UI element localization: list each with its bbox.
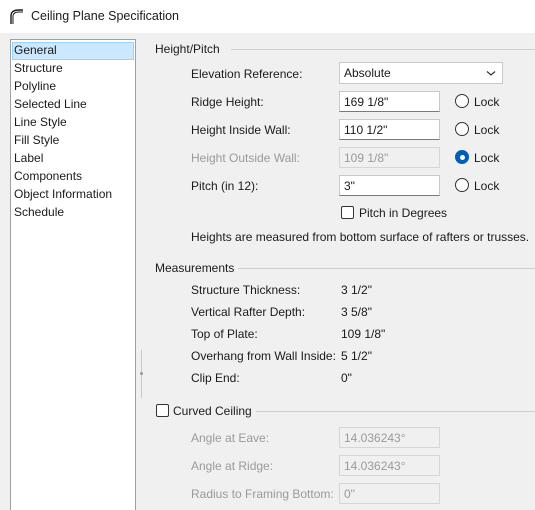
height-inside-wall-label: Height Inside Wall: — [191, 123, 291, 137]
height-inside-wall-lock-label: Lock — [474, 123, 500, 137]
ridge-height-lock-label: Lock — [474, 95, 500, 109]
curved-ceiling-checkbox[interactable] — [156, 404, 169, 417]
sidebar-item-line-style[interactable]: Line Style — [12, 114, 134, 132]
pitch-in-degrees-label: Pitch in Degrees — [359, 206, 448, 220]
angle-at-ridge-input — [339, 455, 440, 476]
pitch-lock-label: Lock — [474, 179, 500, 193]
angle-at-eave-label: Angle at Eave: — [191, 431, 270, 445]
pitch-in-degrees-checkbox[interactable] — [341, 206, 354, 219]
vertical-rafter-depth-value: 3 5/8" — [341, 305, 372, 319]
pitch-lock-radio[interactable] — [455, 178, 469, 192]
panel-splitter[interactable] — [140, 350, 143, 398]
sidebar-item-schedule[interactable]: Schedule — [12, 204, 134, 222]
sidebar-item-fill-style[interactable]: Fill Style — [12, 132, 134, 150]
radius-to-framing-bottom-input — [339, 483, 440, 504]
top-of-plate-label: Top of Plate: — [191, 327, 258, 341]
category-list[interactable]: General Structure Polyline Selected Line… — [10, 39, 136, 510]
elevation-reference-select[interactable]: Absolute — [339, 62, 503, 84]
height-pitch-header: Height/Pitch — [155, 42, 220, 56]
height-outside-wall-lock-label: Lock — [474, 151, 500, 165]
measurements-header: Measurements — [155, 261, 235, 275]
chevron-down-icon — [486, 71, 496, 76]
group-divider — [238, 268, 535, 269]
height-inside-wall-lock-radio[interactable] — [455, 122, 469, 136]
sidebar-item-general[interactable]: General — [12, 42, 134, 60]
clip-end-value: 0" — [341, 371, 352, 385]
elevation-reference-value: Absolute — [344, 66, 391, 80]
sidebar-item-label[interactable]: Label — [12, 150, 134, 168]
structure-thickness-value: 3 1/2" — [341, 283, 372, 297]
ceiling-arch-icon — [10, 9, 23, 24]
pitch-input[interactable] — [339, 175, 440, 196]
window-title: Ceiling Plane Specification — [31, 9, 180, 23]
angle-at-eave-input — [339, 427, 440, 448]
clip-end-label: Clip End: — [191, 371, 240, 385]
elevation-reference-label: Elevation Reference: — [191, 67, 303, 81]
height-inside-wall-input[interactable] — [339, 119, 440, 140]
pitch-label: Pitch (in 12): — [191, 179, 259, 193]
vertical-rafter-depth-label: Vertical Rafter Depth: — [191, 305, 306, 319]
sidebar-item-components[interactable]: Components — [12, 168, 134, 186]
ridge-height-lock-radio[interactable] — [455, 94, 469, 108]
sidebar-item-polyline[interactable]: Polyline — [12, 78, 134, 96]
title-bar: Ceiling Plane Specification — [0, 0, 535, 33]
height-outside-wall-lock-radio[interactable] — [455, 150, 469, 164]
top-of-plate-value: 109 1/8" — [341, 327, 386, 341]
heights-note: Heights are measured from bottom surface… — [191, 230, 530, 244]
sidebar-item-selected-line[interactable]: Selected Line — [12, 96, 134, 114]
radius-to-framing-bottom-label: Radius to Framing Bottom: — [191, 487, 334, 501]
height-outside-wall-input — [339, 147, 440, 168]
overhang-value: 5 1/2" — [341, 349, 372, 363]
angle-at-ridge-label: Angle at Ridge: — [191, 459, 274, 473]
structure-thickness-label: Structure Thickness: — [191, 283, 301, 297]
sidebar-item-structure[interactable]: Structure — [12, 60, 134, 78]
group-divider — [231, 49, 535, 50]
sidebar-item-object-information[interactable]: Object Information — [12, 186, 134, 204]
ridge-height-label: Ridge Height: — [191, 95, 264, 109]
overhang-label: Overhang from Wall Inside: — [191, 349, 336, 363]
curved-ceiling-label: Curved Ceiling — [173, 404, 252, 418]
height-outside-wall-label: Height Outside Wall: — [191, 151, 300, 165]
ridge-height-input[interactable] — [339, 91, 440, 112]
group-divider — [256, 411, 535, 412]
